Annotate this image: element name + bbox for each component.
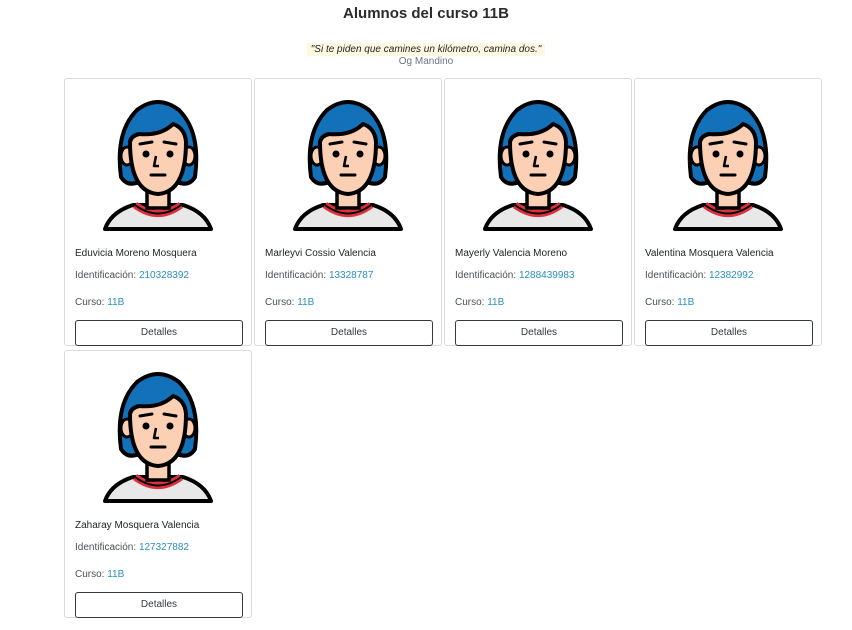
student-course-line: Curso: 11B <box>455 297 504 308</box>
course-label: Curso: <box>455 297 485 308</box>
student-course-line: Curso: 11B <box>265 297 314 308</box>
id-label: Identificación: <box>75 542 137 553</box>
course-label: Curso: <box>75 297 105 308</box>
student-name: Marleyvi Cossio Valencia <box>265 248 376 259</box>
quote-author: Og Mandino <box>398 56 454 67</box>
student-course-line: Curso: 11B <box>645 297 694 308</box>
student-course-value: 11B <box>107 569 125 580</box>
details-button[interactable]: Detalles <box>455 320 623 346</box>
student-avatar-icon <box>667 92 789 242</box>
id-label: Identificación: <box>645 270 707 281</box>
student-avatar-icon <box>97 92 219 242</box>
student-course-value: 11B <box>297 297 315 308</box>
student-name: Mayerly Valencia Moreno <box>455 248 568 259</box>
student-card: Marleyvi Cossio Valencia Identificación:… <box>254 78 442 346</box>
student-id-value: 127327882 <box>138 542 189 553</box>
student-name: Valentina Mosquera Valencia <box>645 248 774 259</box>
details-button[interactable]: Detalles <box>265 320 433 346</box>
page-title: Alumnos del curso 11B <box>343 5 509 22</box>
student-id-line: Identificación: 1288439983 <box>455 270 575 281</box>
student-id-line: Identificación: 127327882 <box>75 542 189 553</box>
quote-text: "Si te piden que camines un kilómetro, c… <box>306 43 546 56</box>
student-id-value: 12382992 <box>708 270 754 281</box>
student-id-line: Identificación: 12382992 <box>645 270 753 281</box>
quote-container: "Si te piden que camines un kilómetro, c… <box>0 39 852 57</box>
id-label: Identificación: <box>265 270 327 281</box>
course-label: Curso: <box>645 297 675 308</box>
student-id-line: Identificación: 13328787 <box>265 270 373 281</box>
student-course-line: Curso: 11B <box>75 297 124 308</box>
course-label: Curso: <box>265 297 295 308</box>
student-card: Eduvicia Moreno Mosquera Identificación:… <box>64 78 252 346</box>
id-label: Identificación: <box>455 270 517 281</box>
student-card: Mayerly Valencia Moreno Identificación: … <box>444 78 632 346</box>
student-name: Eduvicia Moreno Mosquera <box>75 248 197 259</box>
details-button[interactable]: Detalles <box>75 320 243 346</box>
student-course-value: 11B <box>487 297 505 308</box>
student-avatar-icon <box>97 364 219 514</box>
student-avatar-icon <box>287 92 409 242</box>
details-button[interactable]: Detalles <box>75 592 243 618</box>
student-card: Valentina Mosquera Valencia Identificaci… <box>634 78 822 346</box>
student-id-line: Identificación: 210328392 <box>75 270 189 281</box>
student-card: Zaharay Mosquera Valencia Identificación… <box>64 350 252 618</box>
student-id-value: 210328392 <box>138 270 189 281</box>
details-button[interactable]: Detalles <box>645 320 813 346</box>
id-label: Identificación: <box>75 270 137 281</box>
student-id-value: 13328787 <box>328 270 374 281</box>
student-course-value: 11B <box>677 297 695 308</box>
student-avatar-icon <box>477 92 599 242</box>
student-course-value: 11B <box>107 297 125 308</box>
student-name: Zaharay Mosquera Valencia <box>75 520 200 531</box>
student-id-value: 1288439983 <box>518 270 575 281</box>
course-label: Curso: <box>75 569 105 580</box>
student-course-line: Curso: 11B <box>75 569 124 580</box>
